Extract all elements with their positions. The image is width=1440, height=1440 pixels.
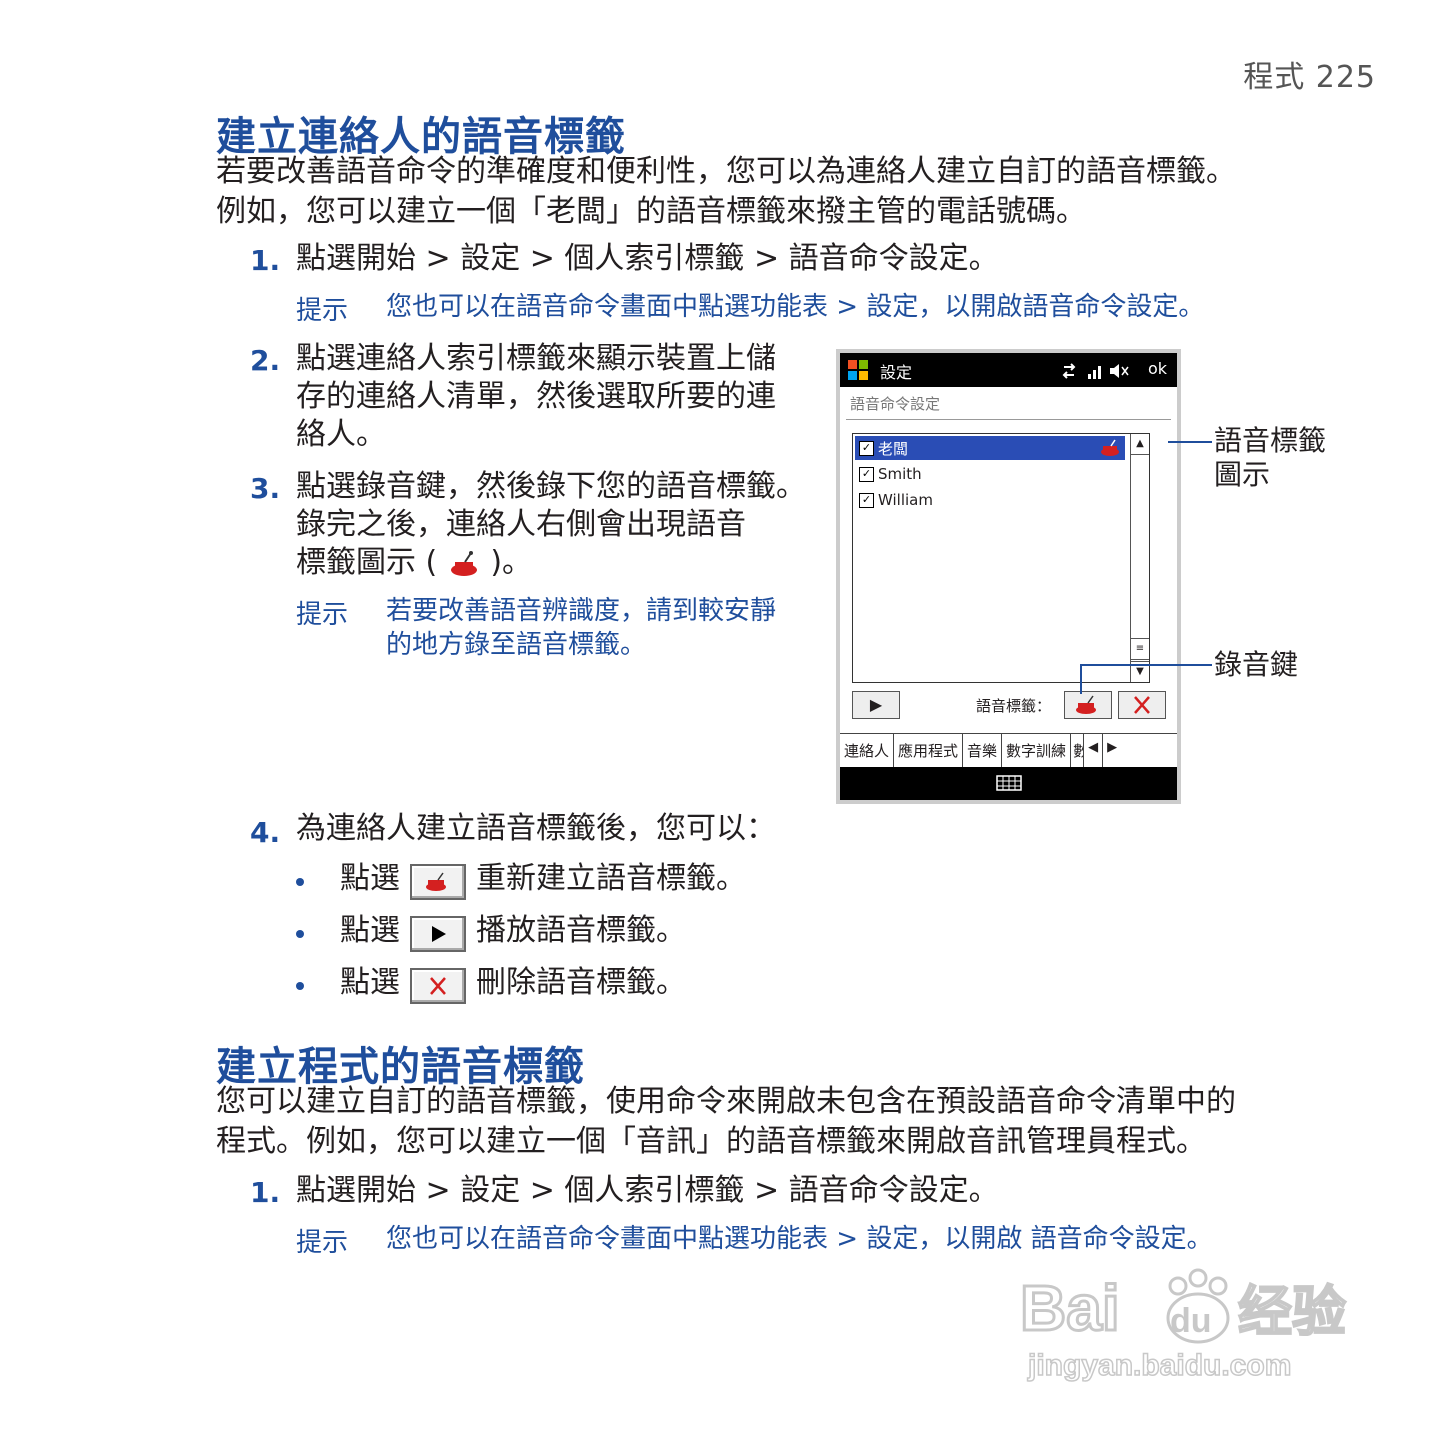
- scroll-up-arrow-icon[interactable]: ▲: [1131, 434, 1149, 455]
- record-button[interactable]: [1064, 691, 1112, 719]
- delete-button-icon: [410, 968, 466, 1004]
- contact-name: 老闆: [878, 439, 909, 458]
- callout-voice-tag-icon-line-1: 語音標籤: [1214, 424, 1327, 457]
- tab-music[interactable]: 音樂: [963, 734, 1003, 768]
- step-3-line-3-end: )。: [490, 545, 533, 580]
- scroll-thumb[interactable]: ≡: [1131, 638, 1149, 660]
- phone-soft-key-bar: [840, 767, 1177, 800]
- windows-start-icon[interactable]: [846, 358, 870, 386]
- intro-paragraph-line-2: 例如，您可以建立一個「老闆」的語音標籤來撥主管的電話號碼。: [216, 194, 1086, 229]
- checkbox-icon[interactable]: ✓: [859, 466, 874, 482]
- callout-line-record-h: [1080, 664, 1212, 666]
- status-icons: [1062, 361, 1132, 385]
- scrollbar[interactable]: ▲ ≡ ▼: [1130, 434, 1149, 682]
- play-button[interactable]: ▶: [852, 691, 900, 719]
- bullet-2-text: 播放語音標籤。: [476, 913, 686, 948]
- step-2-line-1: 點選連絡人索引標籤來顯示裝置上儲: [296, 341, 776, 376]
- list-item[interactable]: ✓ William: [855, 488, 1125, 512]
- step-3-number: 3.: [250, 472, 281, 505]
- step-3-line-1: 點選錄音鍵，然後錄下您的語音標籤。: [296, 469, 806, 504]
- contact-list[interactable]: ✓ 老闆 ✓ Smith ✓ William ▲ ≡ ▼: [852, 433, 1150, 683]
- list-item[interactable]: ✓ Smith: [855, 462, 1125, 486]
- step-2-line-3: 絡人。: [296, 417, 386, 452]
- ok-button[interactable]: ok: [1148, 359, 1167, 378]
- phone-body: 語音命令設定 ✓ 老闆 ✓ Smith ✓ William ▲ ≡ ▼ ▶ 語音…: [840, 387, 1177, 752]
- phone-title: 設定: [880, 363, 913, 382]
- callout-line-voice-tag: [1168, 441, 1212, 443]
- bullet-1-text: 重新建立語音標籤。: [476, 861, 746, 896]
- callout-voice-tag-icon-line-2: 圖示: [1214, 458, 1271, 491]
- tip-2-line-1: 若要改善語音辨識度，請到較安靜: [386, 596, 777, 626]
- tab-digit-training[interactable]: 數字訓練: [1002, 734, 1072, 768]
- svg-text:经验: 经验: [1238, 1282, 1346, 1342]
- section-2-step-1-text: 點選開始 > 設定 > 個人索引標籤 > 語音命令設定。: [296, 1173, 999, 1208]
- contact-name: William: [878, 491, 933, 509]
- tip-2-label: 提示: [296, 600, 349, 630]
- bullet-1-prefix: 點選: [340, 861, 400, 896]
- section-2-intro-line-1: 您可以建立自訂的語音標籤，使用命令來開啟未包含在預設語音命令清單中的: [216, 1084, 1236, 1119]
- section-2-step-1-number: 1.: [250, 1176, 281, 1209]
- divider: [846, 419, 1171, 420]
- phone-title-bar: 設定 ok: [840, 353, 1177, 387]
- step-2-line-2: 存的連絡人清單，然後選取所要的連: [296, 379, 776, 414]
- keyboard-icon[interactable]: [996, 775, 1022, 795]
- voice-tag-icon: [1099, 438, 1121, 462]
- step-3-line-3: 標籤圖示 ( )。: [296, 544, 532, 582]
- tab-scroll-right-icon[interactable]: ▶: [1103, 734, 1121, 768]
- baidu-jingyan-watermark: Bai du 经验 jingyan.baidu.com: [1019, 1260, 1360, 1390]
- tip-1-label: 提示: [296, 296, 349, 326]
- delete-button[interactable]: [1118, 691, 1166, 719]
- phone-tab-bar: 連絡人 應用程式 音樂 數字訓練 數 ◀ ▶: [840, 733, 1177, 768]
- tab-applications[interactable]: 應用程式: [894, 734, 964, 768]
- contact-name: Smith: [878, 465, 922, 483]
- tip-2-line-2: 的地方錄至語音標籤。: [386, 630, 647, 660]
- step-3-line-3-start: 標籤圖示 (: [296, 545, 438, 580]
- voice-tag-label: 語音標籤：: [976, 697, 1052, 715]
- phone-subtitle: 語音命令設定: [850, 395, 941, 413]
- bullet-3-text: 刪除語音標籤。: [476, 965, 686, 1000]
- record-button-icon: [410, 864, 466, 900]
- intro-paragraph-line-1: 若要改善語音命令的準確度和便利性，您可以為連絡人建立自訂的語音標籤。: [216, 154, 1236, 189]
- svg-text:Bai: Bai: [1020, 1272, 1120, 1344]
- bullet-2-prefix: 點選: [340, 913, 400, 948]
- page-number-header: 程式 225: [1243, 60, 1376, 95]
- checkbox-icon[interactable]: ✓: [859, 492, 874, 508]
- svg-text:jingyan.baidu.com: jingyan.baidu.com: [1027, 1349, 1291, 1382]
- step-1-text: 點選開始 > 設定 > 個人索引標籤 > 語音命令設定。: [296, 241, 999, 276]
- bullet-3-prefix: 點選: [340, 965, 400, 1000]
- step-4-number: 4.: [250, 816, 281, 849]
- tab-contacts[interactable]: 連絡人: [840, 734, 895, 768]
- step-2-number: 2.: [250, 344, 281, 377]
- step-4-text: 為連絡人建立語音標籤後，您可以：: [296, 811, 776, 846]
- svg-text:du: du: [1170, 1302, 1212, 1340]
- play-button-icon: [410, 916, 466, 952]
- list-item[interactable]: ✓ 老闆: [855, 436, 1125, 460]
- step-3-line-2: 錄完之後，連絡人右側會出現語音: [296, 507, 746, 542]
- section-2-intro-line-2: 程式。例如，您可以建立一個「音訊」的語音標籤來開啟音訊管理員程式。: [216, 1124, 1206, 1159]
- section-2-tip-label: 提示: [296, 1228, 349, 1258]
- voice-tag-icon: [447, 550, 481, 578]
- bullet-dot: [296, 878, 304, 886]
- bullet-dot: [296, 982, 304, 990]
- tab-scroll-left-icon[interactable]: ◀: [1084, 734, 1104, 768]
- bullet-dot: [296, 930, 304, 938]
- phone-screenshot: 設定 ok 語音命令設定 ✓ 老闆 ✓ Smith ✓ William ▲ ≡ …: [836, 349, 1181, 804]
- callout-record-key: 錄音鍵: [1214, 648, 1299, 681]
- step-1-number: 1.: [250, 244, 281, 277]
- delete-x-icon: [1134, 696, 1150, 714]
- record-icon: [1076, 695, 1096, 714]
- section-2-tip-text: 您也可以在語音命令畫面中點選功能表 > 設定，以開啟 語音命令設定。: [386, 1224, 1213, 1254]
- tip-1-text: 您也可以在語音命令畫面中點選功能表 > 設定，以開啟語音命令設定。: [386, 292, 1205, 322]
- checkbox-icon[interactable]: ✓: [859, 440, 874, 456]
- tab-truncated[interactable]: 數: [1071, 734, 1085, 768]
- callout-line-record-v: [1080, 664, 1082, 694]
